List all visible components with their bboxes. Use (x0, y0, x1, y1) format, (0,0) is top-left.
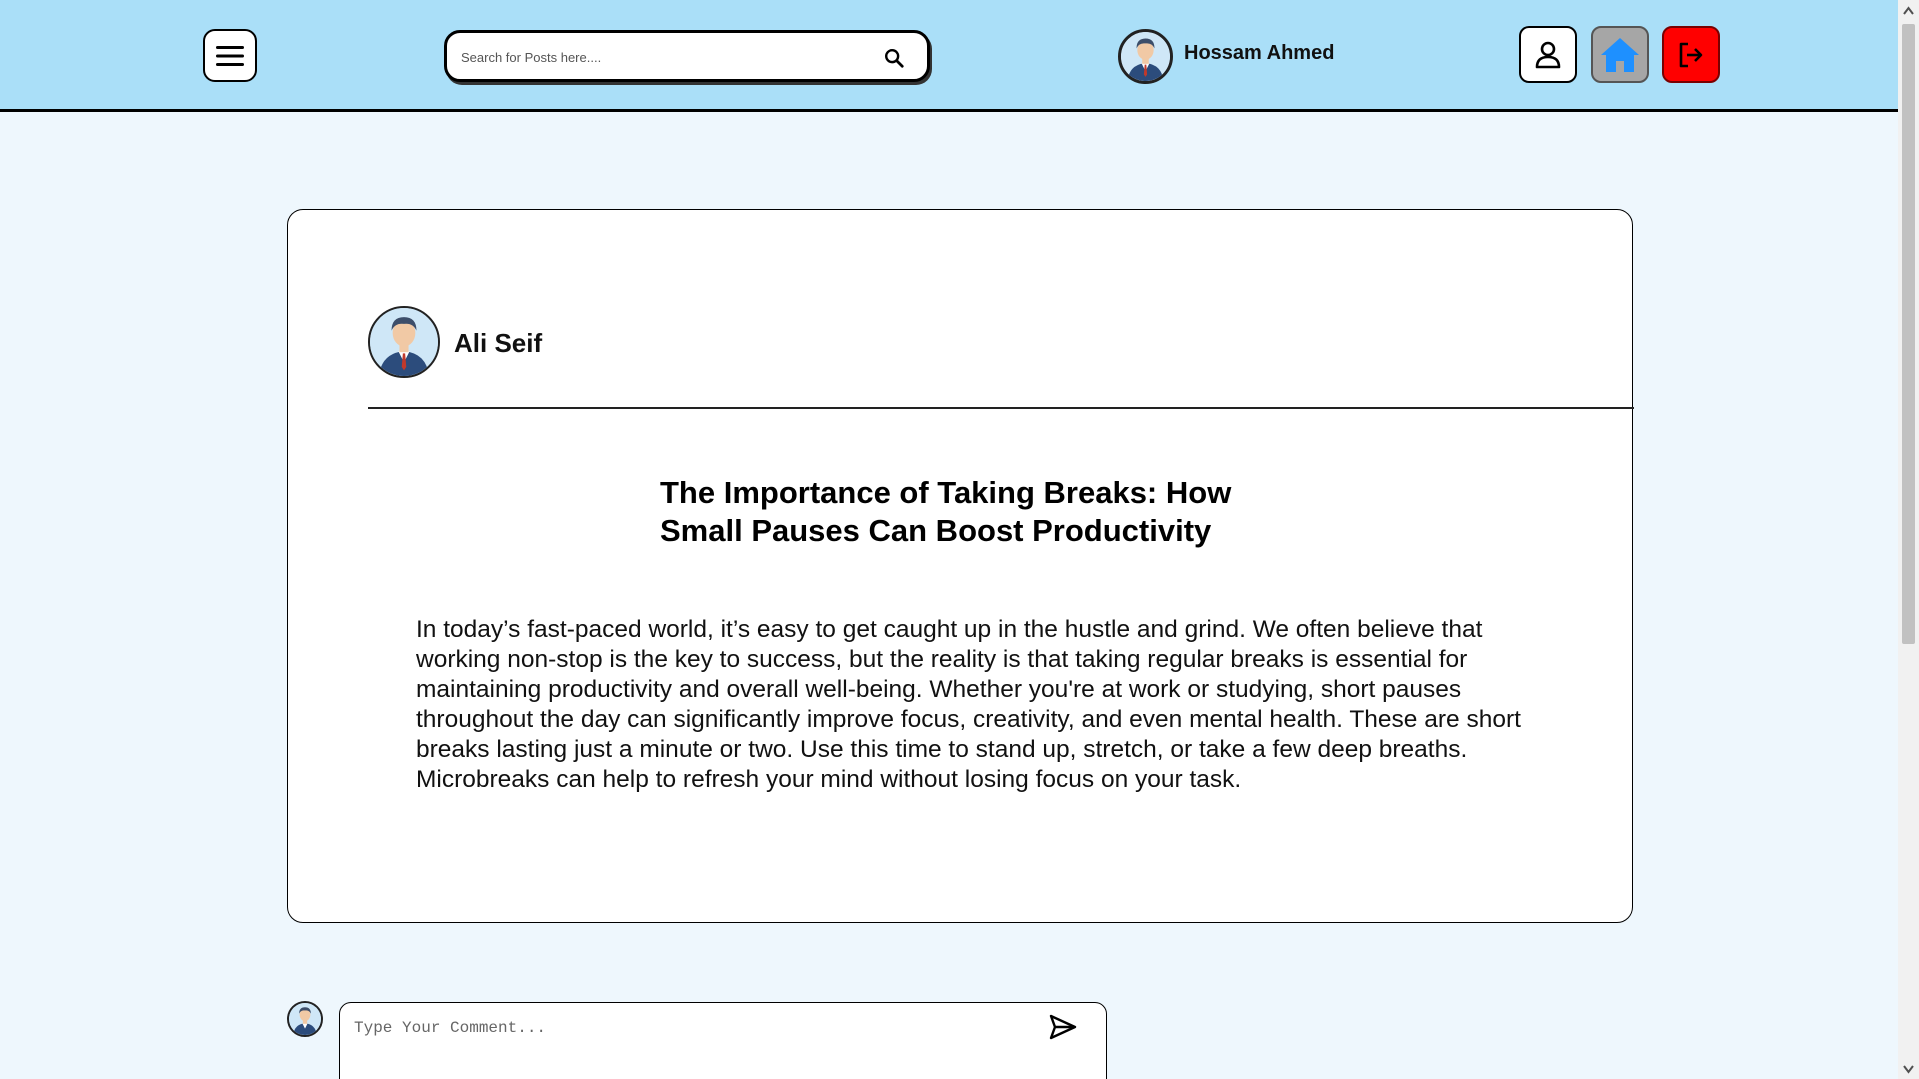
post-body: In today’s fast-paced world, it’s easy t… (416, 616, 1521, 793)
house-icon (1601, 37, 1639, 72)
scroll-up-arrow-icon[interactable] (1903, 6, 1914, 16)
commenter-avatar (287, 1001, 323, 1037)
user-avatar-icon (1121, 32, 1170, 81)
scroll-down-arrow-icon[interactable] (1903, 1064, 1914, 1074)
page-scrollbar[interactable] (1898, 0, 1919, 1079)
search-input[interactable] (461, 45, 861, 69)
current-user-name: Hossam Ahmed (1184, 42, 1335, 64)
hamburger-menu-icon (216, 45, 244, 66)
home-button[interactable] (1591, 26, 1649, 83)
search-bar (444, 30, 930, 82)
post-author-name[interactable]: Ali Seif (454, 328, 542, 359)
post-card: Ali Seif The Importance of Taking Breaks… (287, 209, 1634, 923)
user-avatar-icon (370, 308, 438, 376)
profile-button[interactable] (1519, 26, 1577, 83)
user-avatar-icon (289, 1003, 321, 1035)
comment-input[interactable] (354, 1019, 1034, 1059)
author-avatar[interactable] (368, 306, 440, 378)
logout-button[interactable] (1662, 26, 1720, 83)
post-title: The Importance of Taking Breaks: How Sma… (660, 475, 1232, 548)
user-outline-icon (1535, 41, 1561, 68)
search-icon[interactable] (883, 47, 905, 69)
post-divider (368, 407, 1634, 409)
scroll-thumb[interactable] (1902, 24, 1915, 644)
current-user-avatar[interactable] (1118, 29, 1173, 84)
exit-icon (1679, 42, 1703, 67)
paper-plane-icon[interactable] (1048, 1013, 1078, 1041)
comment-box (339, 1002, 1107, 1079)
menu-button[interactable] (203, 29, 257, 82)
top-navbar: Hossam Ahmed (0, 0, 1898, 112)
